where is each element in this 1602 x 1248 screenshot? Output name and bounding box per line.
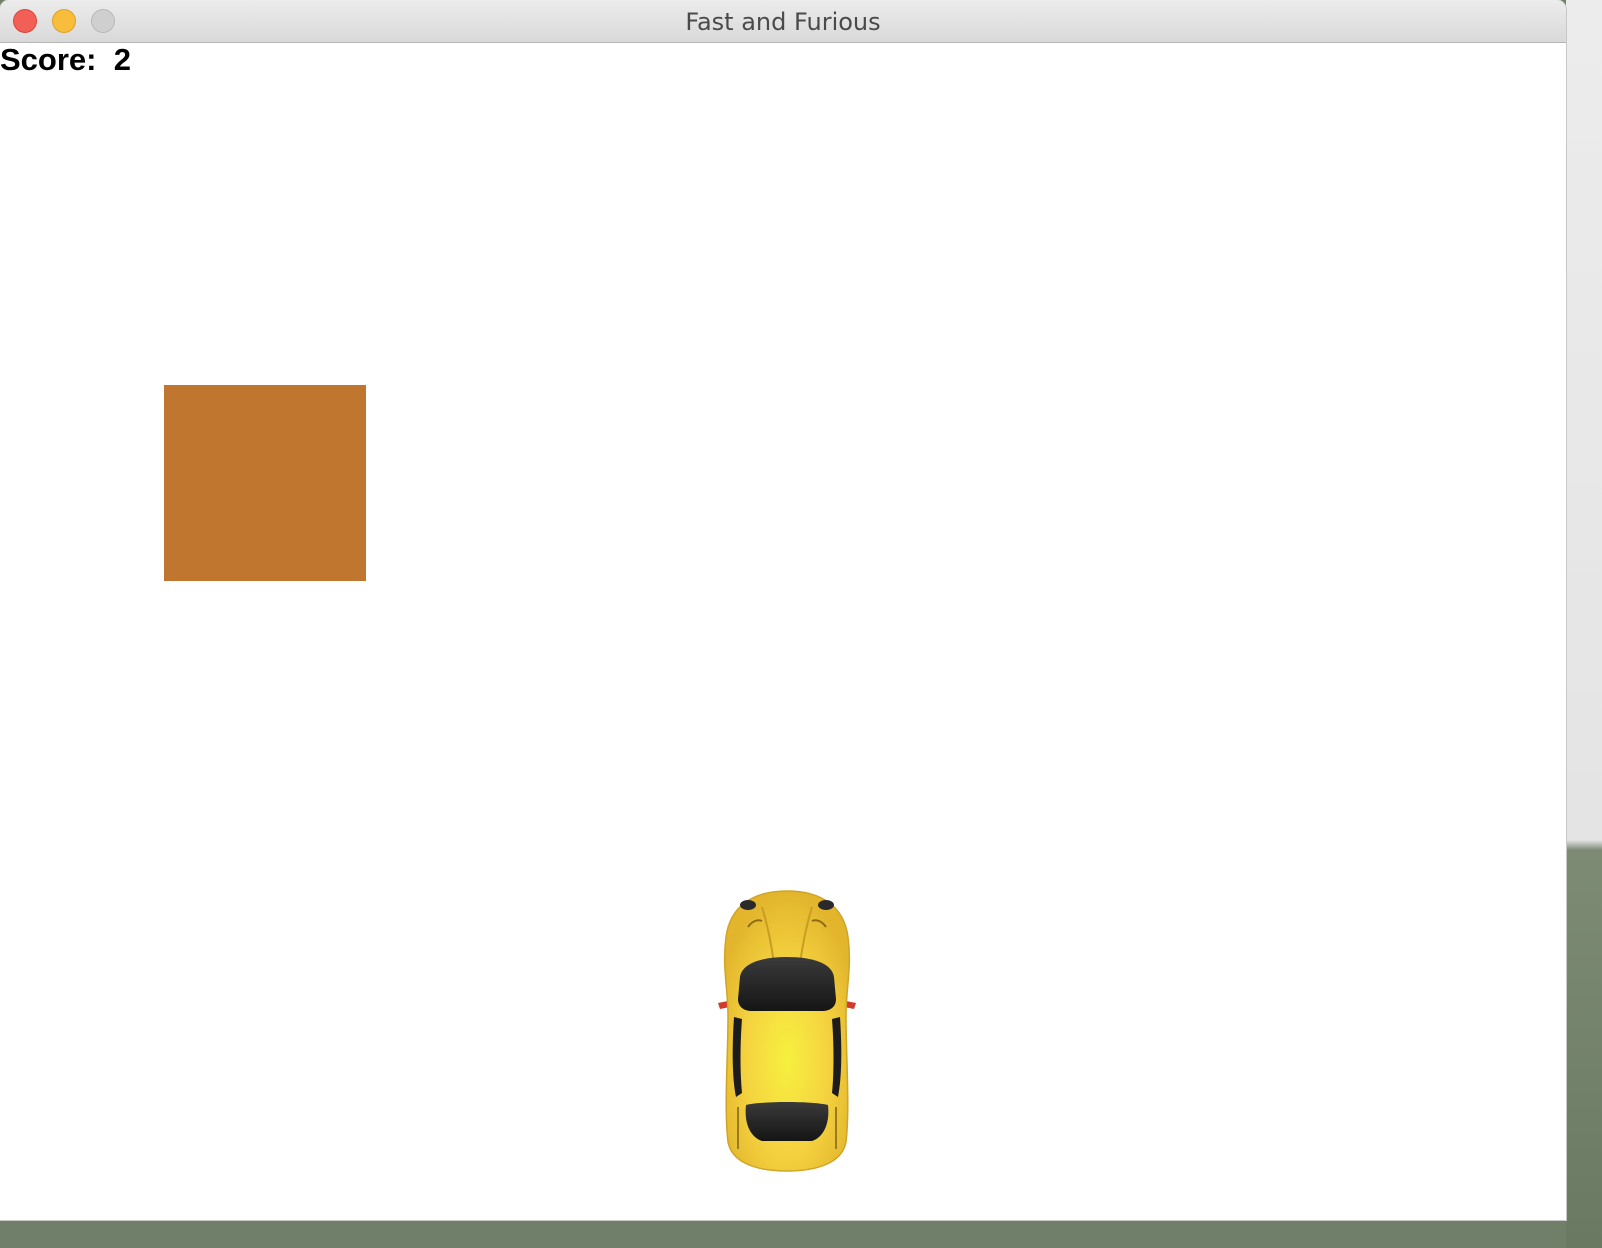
windshield: [738, 957, 836, 1011]
window-title: Fast and Furious: [685, 8, 881, 36]
title-bar[interactable]: Fast and Furious: [0, 0, 1566, 43]
rear-window: [745, 1102, 829, 1141]
score-display: Score: 2: [0, 43, 131, 77]
obstacle-block: [164, 385, 366, 581]
desktop-background: [1566, 0, 1602, 1248]
score-value: 2: [113, 42, 131, 77]
game-window: Fast and Furious Score: 2: [0, 0, 1566, 1220]
game-canvas[interactable]: Score: 2: [0, 43, 1566, 1220]
score-label: Score:: [0, 42, 97, 77]
player-car-icon: [718, 890, 856, 1172]
